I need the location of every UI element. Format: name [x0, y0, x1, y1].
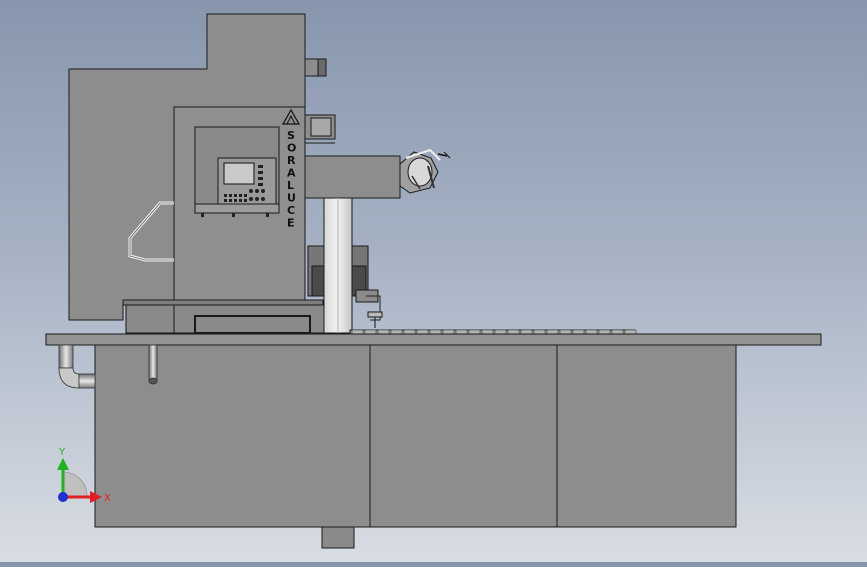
t-slot: [481, 329, 494, 335]
x-axis-label: X: [104, 493, 111, 504]
brand-lettering: SORALUCE: [287, 129, 296, 230]
t-slot: [624, 329, 637, 335]
t-slot: [585, 329, 598, 335]
model-render[interactable]: SORALUCE Y X: [0, 0, 867, 562]
t-slot: [468, 329, 481, 335]
t-slot: [351, 329, 364, 335]
coolant-pipe-elbow: [58, 344, 96, 389]
base-plate: [45, 333, 822, 346]
t-slot: [559, 329, 572, 335]
t-slot: [364, 329, 377, 335]
y-axis-label: Y: [58, 447, 66, 458]
z-axis-indicator: [58, 492, 68, 502]
t-slot: [442, 329, 455, 335]
t-slot: [455, 329, 468, 335]
t-slot: [390, 329, 403, 335]
cad-viewport[interactable]: SORALUCE Y X: [0, 0, 867, 562]
cnc-control-panel: [194, 126, 280, 217]
t-slot: [611, 329, 624, 335]
ram: [304, 155, 401, 199]
t-slot: [416, 329, 429, 335]
machine-base: [94, 344, 737, 549]
coolant-pipe-drop: [148, 344, 158, 385]
brand-letter: C: [287, 204, 295, 217]
t-slot: [403, 329, 416, 335]
t-slot: [507, 329, 520, 335]
brand-letter: A: [287, 167, 296, 180]
t-slot: [533, 329, 546, 335]
t-slot: [377, 329, 390, 335]
vertical-guide: [323, 197, 353, 334]
t-slot: [520, 329, 533, 335]
brand-letter: L: [287, 179, 294, 192]
brand-letter: E: [287, 217, 295, 230]
t-slot: [598, 329, 611, 335]
control-screen: [223, 162, 255, 185]
t-slot: [429, 329, 442, 335]
brand-letter: O: [287, 142, 296, 155]
ram-flange: [304, 114, 336, 144]
t-slot: [572, 329, 585, 335]
brand-letter: U: [287, 192, 296, 205]
t-slot: [546, 329, 559, 335]
brand-letter: R: [287, 154, 296, 167]
spindle-head: [399, 148, 451, 194]
brand-letter: S: [287, 129, 295, 142]
triad-plane-icon: [62, 471, 88, 498]
y-axis-arrow-head: [57, 458, 69, 470]
t-slot: [494, 329, 507, 335]
